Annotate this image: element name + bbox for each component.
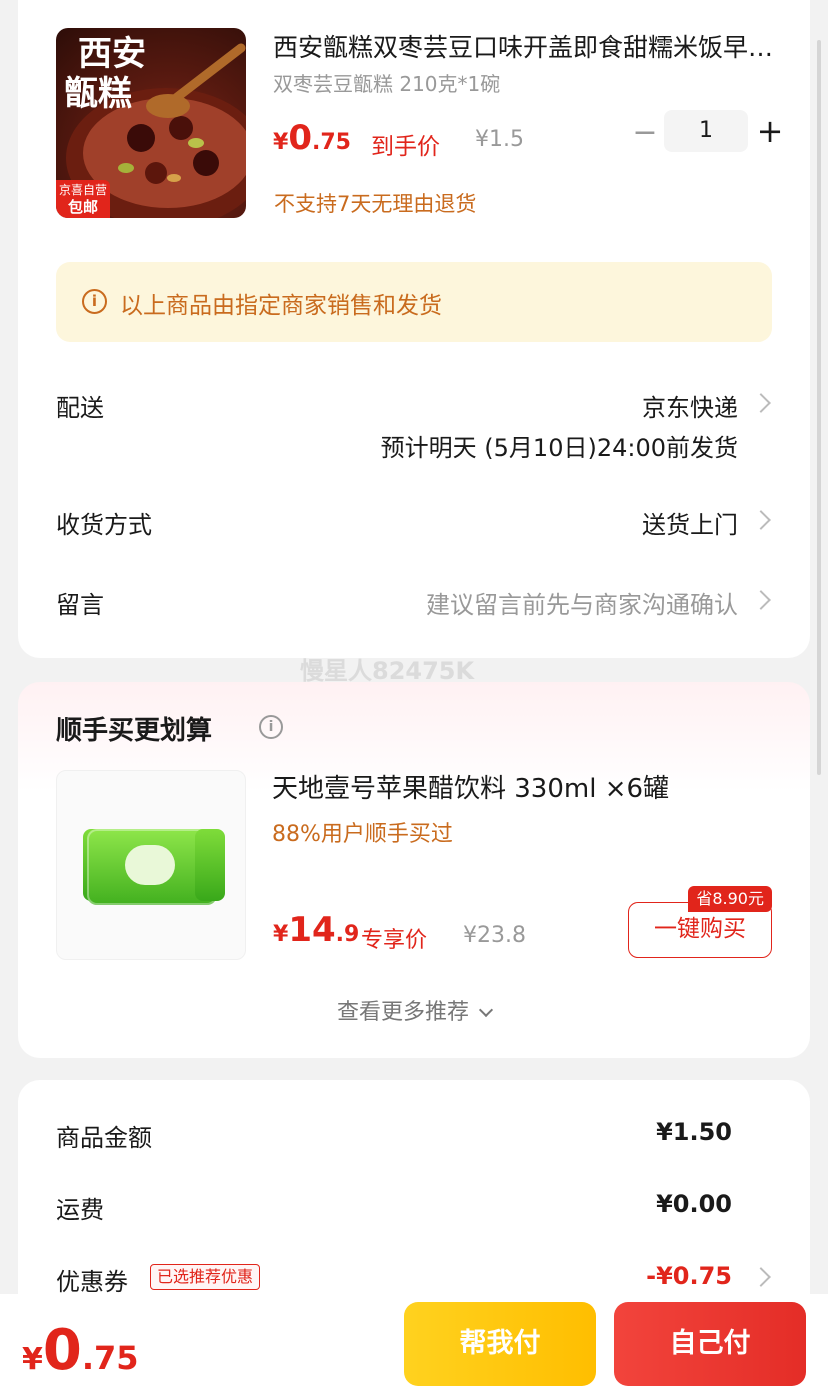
can-image [195,829,225,901]
thumb-badge-line2: 包邮 [67,198,98,216]
product-thumbnail[interactable]: 西安 甑糕 京喜自营 包邮 [56,28,246,218]
price-dec: .9 [335,922,360,947]
product-title[interactable]: 西安甑糕双枣芸豆口味开盖即食甜糯米饭早餐传统糕点 [273,28,783,64]
coupon-label: 优惠券 [56,1268,128,1296]
help-me-pay-button[interactable]: 帮我付 [404,1302,596,1386]
recommended-product-price: ¥14.9 [273,910,359,950]
total-dec: .75 [81,1339,139,1377]
price-int: 14 [288,910,336,950]
shipping-fee-value: ¥0.00 [656,1190,732,1218]
receive-method-label: 收货方式 [56,511,152,539]
info-icon[interactable]: i [259,715,283,739]
recommendation-card: 顺手买更划算 i 天地壹号苹果醋饮料 330ml ×6罐 88%用户顺手买过 ¥… [18,682,810,1058]
watermark: 慢星人82475K [300,657,475,685]
message-chevron-right-icon[interactable] [751,590,771,610]
recommendation-title: 顺手买更划算 [56,716,213,746]
price-symbol: ¥ [273,130,289,155]
receive-chevron-right-icon[interactable] [751,510,771,530]
seller-notice: i 以上商品由指定商家销售和发货 [56,262,772,342]
see-more-recommendations[interactable]: 查看更多推荐 [18,994,810,1026]
return-policy-text: 不支持7天无理由退货 [274,192,477,216]
delivery-label: 配送 [56,394,104,422]
recommended-original-price: ¥23.8 [463,923,526,948]
savings-badge: 省8.90元 [688,886,772,912]
price-tag: 到手价 [371,134,440,160]
coupon-chevron-right-icon[interactable] [751,1267,771,1287]
delivery-chevron-right-icon[interactable] [751,393,771,413]
recommended-product-subtitle: 88%用户顺手买过 [272,822,453,847]
quantity-decrease-button[interactable]: − [630,118,660,148]
info-icon: i [82,289,107,314]
order-item-card: 西安 甑糕 京喜自营 包邮 西安甑糕双枣芸豆口味开盖即食甜糯米饭早餐传统糕点 双… [18,0,810,658]
thumb-badge: 京喜自营 包邮 [56,180,110,218]
message-input[interactable]: 建议留言前先与商家沟通确认 [426,585,738,620]
total-price: ¥0.75 [22,1318,139,1383]
product-spec[interactable]: 双枣芸豆甑糕 210克*1碗 [273,68,500,97]
coupon-selected-tag: 已选推荐优惠 [150,1264,261,1290]
recommended-product-title[interactable]: 天地壹号苹果醋饮料 330ml ×6罐 [272,768,669,805]
quantity-input[interactable]: 1 [664,110,748,152]
exclusive-price-tag: 专享价 [361,928,428,953]
checkout-bar: ¥0.75 帮我付 自己付 [0,1294,828,1400]
scrollbar[interactable] [817,40,821,775]
original-price: ¥1.5 [475,127,524,152]
thumb-title-line2: 甑糕 [64,74,132,114]
delivery-method[interactable]: 京东快递 [642,388,738,423]
price-dec: .75 [311,130,351,155]
product-price: ¥0.75 [273,118,351,158]
recommended-product-thumbnail[interactable] [56,770,246,960]
pack-label-image [125,845,175,885]
total-symbol: ¥ [22,1342,43,1377]
thumb-title-line1: 西安 [78,34,146,74]
seller-notice-text: 以上商品由指定商家销售和发货 [120,293,442,319]
total-int: 0 [42,1318,82,1383]
message-label: 留言 [56,591,104,619]
quantity-increase-button[interactable]: + [755,115,785,147]
delivery-eta: 预计明天 (5月10日)24:00前发货 [380,434,738,462]
receive-method-value[interactable]: 送货上门 [642,505,738,540]
pay-myself-button[interactable]: 自己付 [614,1302,806,1386]
see-more-label[interactable]: 查看更多推荐 [337,1000,469,1025]
chevron-down-icon [478,1002,494,1018]
thumb-badge-line1: 京喜自营 [58,183,107,197]
price-symbol: ¥ [273,922,289,947]
shipping-fee-label: 运费 [56,1196,104,1224]
goods-amount-label: 商品金额 [56,1124,152,1152]
coupon-value[interactable]: -¥0.75 [646,1262,732,1290]
price-int: 0 [288,118,312,158]
goods-amount-value: ¥1.50 [656,1118,732,1146]
